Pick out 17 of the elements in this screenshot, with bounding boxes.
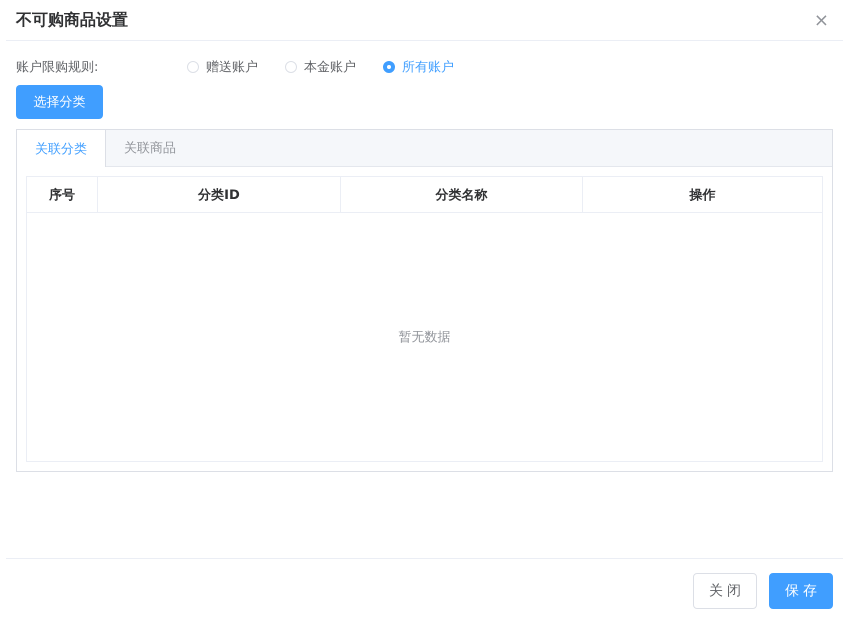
close-button[interactable]: 关闭 xyxy=(693,573,757,609)
radio-label[interactable]: 赠送账户 xyxy=(206,58,258,76)
column-header: 序号 xyxy=(27,177,98,212)
select-category-button[interactable]: 选择分类 xyxy=(16,85,103,119)
radio-label[interactable]: 所有账户 xyxy=(402,58,454,76)
dialog-title: 不可购商品设置 xyxy=(16,10,128,30)
radio-button[interactable] xyxy=(383,61,395,73)
empty-text: 暂无数据 xyxy=(398,329,450,346)
radio-label[interactable]: 本金账户 xyxy=(304,58,356,76)
save-button[interactable]: 保存 xyxy=(769,573,833,609)
tab[interactable]: 关联商品 xyxy=(106,130,194,166)
column-header: 操作 xyxy=(688,186,716,204)
column-header: 分类ID xyxy=(98,177,341,212)
close-icon[interactable]: × xyxy=(814,10,829,30)
tab[interactable]: 关联分类 xyxy=(17,130,106,167)
field-label: 账户限购规则: xyxy=(16,59,100,76)
column-header: 分类名称 xyxy=(341,177,583,212)
